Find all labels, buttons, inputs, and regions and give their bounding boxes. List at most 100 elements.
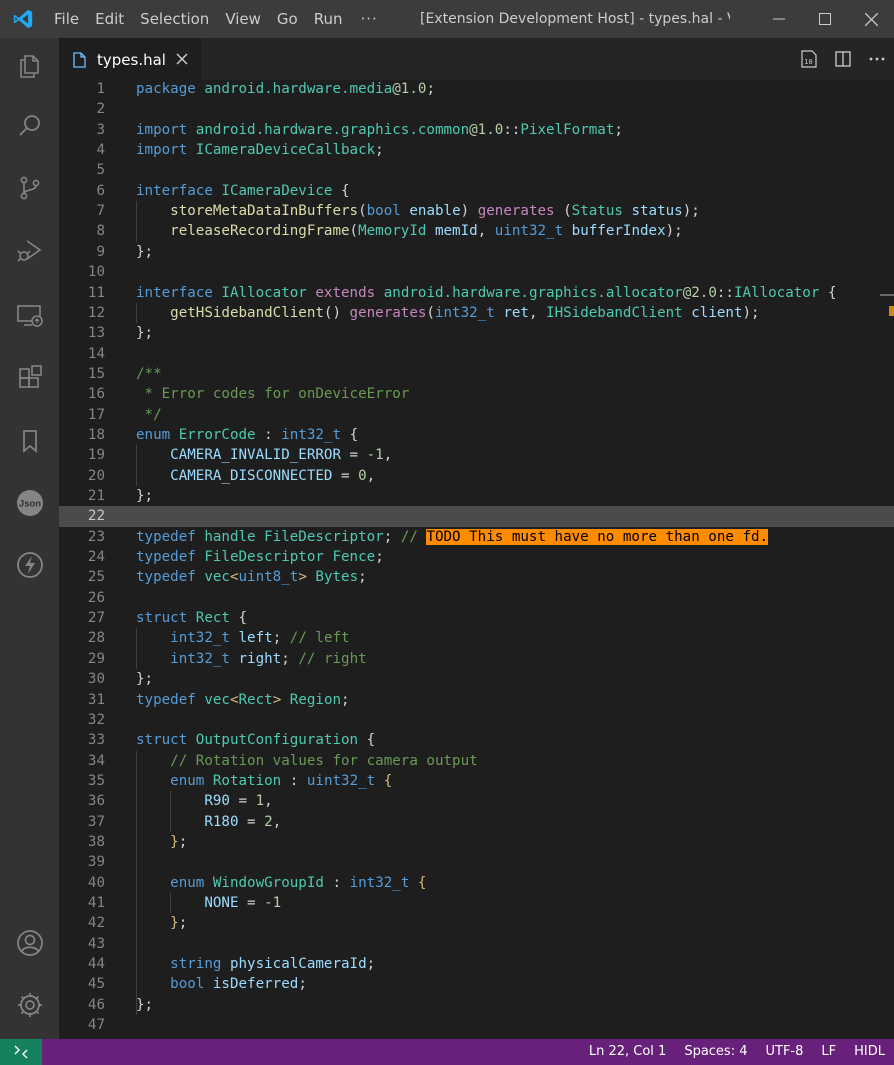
code-line[interactable]: 46}; <box>59 995 894 1015</box>
code-line[interactable]: 26 <box>59 588 894 608</box>
code-line[interactable]: 8 releaseRecordingFrame(MemoryId memId, … <box>59 221 894 241</box>
menu-go[interactable]: Go <box>269 0 306 38</box>
code-token: generates <box>349 304 427 321</box>
menu-run[interactable]: Run <box>306 0 351 38</box>
code-line[interactable]: 6 interface ICameraDevice { <box>59 181 894 201</box>
code-line[interactable]: 37 R180 = 2, <box>59 812 894 832</box>
code-line[interactable]: 24 typedef FileDescriptor Fence; <box>59 547 894 567</box>
code-token: int32_t <box>170 630 239 647</box>
run-debug-icon[interactable] <box>0 225 59 275</box>
code-line[interactable]: 23 typedef handle FileDescriptor; // TODO… <box>59 527 894 547</box>
code-line[interactable]: 28 int32_t left; // left <box>59 628 894 648</box>
code-line[interactable]: 30}; <box>59 669 894 689</box>
activity-bar: Json <box>0 38 59 1039</box>
json-icon[interactable]: Json <box>0 478 59 528</box>
line-number: 6 <box>96 182 105 199</box>
explorer-icon[interactable] <box>0 41 59 91</box>
indentation-setting[interactable]: Spaces: 4 <box>675 1039 756 1065</box>
remote-indicator-button[interactable] <box>0 1039 42 1065</box>
code-line[interactable]: 36 R90 = 1, <box>59 791 894 811</box>
code-token: int32_t <box>281 426 350 443</box>
code-line[interactable]: 14 <box>59 344 894 364</box>
menu-more[interactable]: ··· <box>351 0 388 38</box>
code-line[interactable]: 29 int32_t right; // right <box>59 649 894 669</box>
split-editor-icon[interactable] <box>826 38 860 80</box>
lightning-icon[interactable] <box>0 540 59 590</box>
code-line[interactable]: 4 import ICameraDeviceCallback; <box>59 140 894 160</box>
line-code: string physicalCameraId; <box>136 954 375 974</box>
tab-types-hal[interactable]: types.hal <box>59 38 201 80</box>
indent-guide <box>170 791 172 832</box>
code-line[interactable]: 43 <box>59 934 894 954</box>
code-token: int32_t <box>349 874 418 891</box>
code-token: */ <box>136 406 162 423</box>
code-line[interactable]: 47 <box>59 1015 894 1035</box>
code-line[interactable]: 40 enum WindowGroupId : int32_t { <box>59 873 894 893</box>
cursor-position[interactable]: Ln 22, Col 1 <box>580 1039 675 1065</box>
code-line[interactable]: 31 typedef vec<Rect> Region; <box>59 690 894 710</box>
language-mode[interactable]: HIDL <box>845 1039 894 1065</box>
code-line[interactable]: 2 <box>59 99 894 119</box>
code-line[interactable]: 21}; <box>59 486 894 506</box>
source-control-icon[interactable] <box>0 163 59 213</box>
code-line[interactable]: 19 CAMERA_INVALID_ERROR = -1, <box>59 445 894 465</box>
code-line[interactable]: 45 bool isDeferred; <box>59 974 894 994</box>
tab-close-icon[interactable] <box>173 50 191 68</box>
code-line[interactable]: 18 enum ErrorCode : int32_t { <box>59 425 894 445</box>
code-line[interactable]: 16 * Error codes for onDeviceError <box>59 384 894 404</box>
code-line[interactable]: 42 }; <box>59 913 894 933</box>
code-line[interactable]: 35 enum Rotation : uint32_t { <box>59 771 894 791</box>
code-line[interactable]: 22 <box>59 506 894 527</box>
minimize-button[interactable] <box>756 0 802 38</box>
more-actions-icon[interactable] <box>860 38 894 80</box>
code-line[interactable]: 38 }; <box>59 832 894 852</box>
code-line[interactable]: 15 /** <box>59 364 894 384</box>
code-line[interactable]: 13}; <box>59 323 894 343</box>
code-line[interactable]: 34 // Rotation values for camera output <box>59 751 894 771</box>
open-preview-icon[interactable]: 10 <box>792 38 826 80</box>
code-line[interactable]: 32 <box>59 710 894 730</box>
code-token: 0 <box>358 467 367 484</box>
code-line[interactable]: 10 <box>59 262 894 282</box>
code-line[interactable]: 1 package android.hardware.media@1.0; <box>59 80 894 99</box>
maximize-button[interactable] <box>802 0 848 38</box>
code-token: { <box>383 772 393 789</box>
code-token: ( <box>349 223 359 240</box>
code-editor[interactable]: 1 package android.hardware.media@1.0; 2 3 im… <box>59 80 894 1039</box>
code-token: interface <box>136 182 222 199</box>
code-line[interactable]: 41 NONE = -1 <box>59 893 894 913</box>
menu-edit[interactable]: Edit <box>87 0 132 38</box>
line-code: storeMetaDataInBuffers(bool enable) gene… <box>136 201 700 221</box>
file-encoding[interactable]: UTF-8 <box>756 1039 812 1065</box>
code-line[interactable]: 20 CAMERA_DISCONNECTED = 0, <box>59 466 894 486</box>
code-line[interactable]: 7 storeMetaDataInBuffers(bool enable) ge… <box>59 201 894 221</box>
settings-gear-icon[interactable] <box>0 980 59 1030</box>
code-token: struct <box>136 732 196 749</box>
close-window-button[interactable] <box>848 0 894 38</box>
menu-selection[interactable]: Selection <box>132 0 217 38</box>
code-line[interactable]: 25 typedef vec<uint8_t> Bytes; <box>59 567 894 587</box>
bookmarks-icon[interactable] <box>0 416 59 466</box>
extensions-icon[interactable] <box>0 353 59 403</box>
code-line[interactable]: 12 getHSidebandClient() generates(int32_… <box>59 303 894 323</box>
account-icon[interactable] <box>0 918 59 968</box>
code-line[interactable]: 11 interface IAllocator extends android.h… <box>59 283 894 303</box>
search-icon[interactable] <box>0 101 59 151</box>
menu-view[interactable]: View <box>217 0 269 38</box>
line-code: CAMERA_INVALID_ERROR = -1, <box>136 445 392 465</box>
code-line[interactable]: 33 struct OutputConfiguration { <box>59 730 894 750</box>
code-line[interactable]: 9}; <box>59 242 894 262</box>
code-line[interactable]: 17 */ <box>59 405 894 425</box>
code-line[interactable]: 44 string physicalCameraId; <box>59 954 894 974</box>
line-number: 43 <box>87 935 105 952</box>
code-token: ; <box>178 915 188 932</box>
end-of-line[interactable]: LF <box>812 1039 845 1065</box>
code-line[interactable]: 27 struct Rect { <box>59 608 894 628</box>
code-line[interactable]: 5 <box>59 160 894 180</box>
menu-file[interactable]: File <box>46 0 87 38</box>
code-line[interactable]: 39 <box>59 852 894 872</box>
code-token: ; <box>358 569 367 586</box>
code-line[interactable]: 3 import android.hardware.graphics.common… <box>59 120 894 140</box>
remote-explorer-icon[interactable] <box>0 290 59 340</box>
code-token: // Rotation values for camera output <box>170 752 478 769</box>
